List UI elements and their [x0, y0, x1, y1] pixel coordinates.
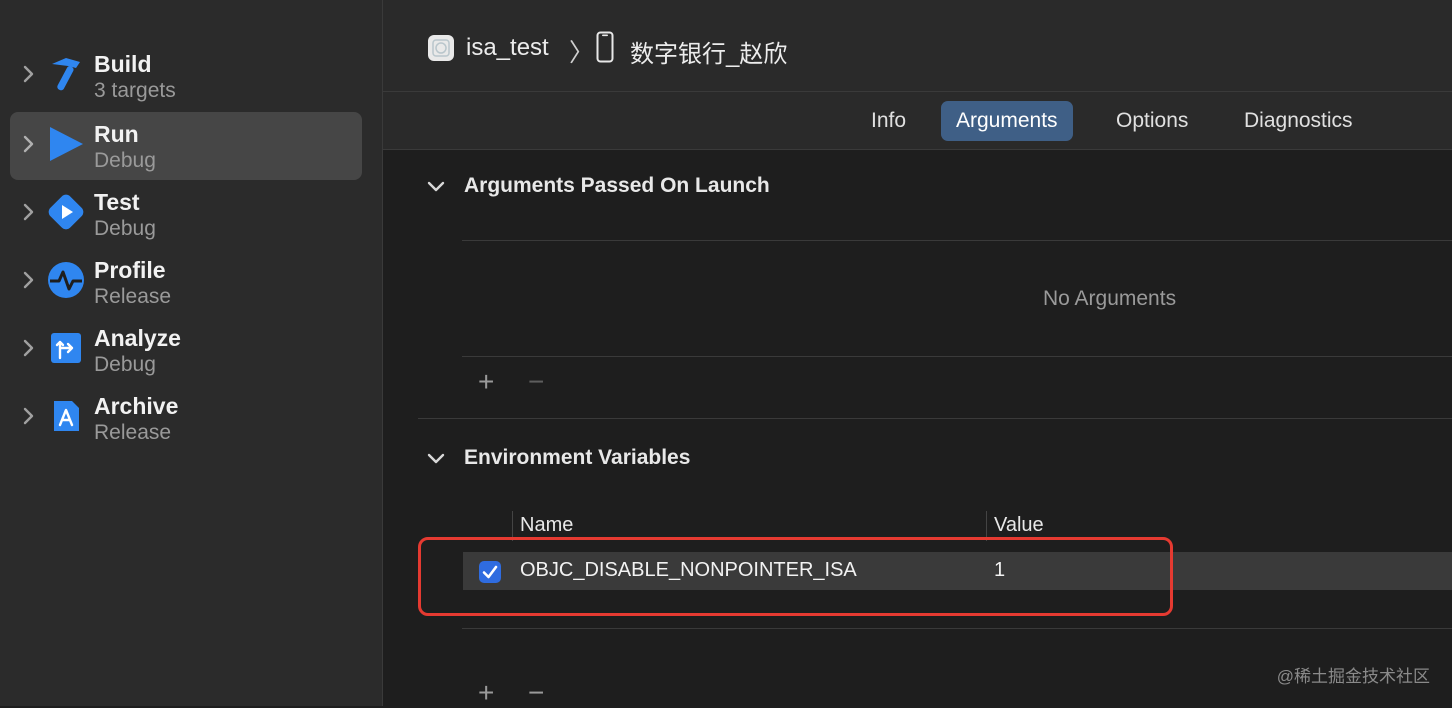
sidebar-item-subtitle: Release — [94, 421, 172, 444]
chevron-right-icon[interactable] — [22, 64, 36, 84]
remove-argument-button[interactable]: − — [528, 368, 544, 396]
sidebar-item-title: Build — [94, 51, 152, 77]
no-arguments-label: No Arguments — [1043, 287, 1177, 310]
sidebar-item-subtitle: 3 targets — [94, 79, 176, 102]
tab-options[interactable]: Options — [1101, 101, 1203, 141]
scheme-actions-sidebar: Build 3 targets Run Debug Test Debug Pro… — [0, 0, 383, 706]
sidebar-item-profile[interactable]: Profile Release — [10, 248, 362, 316]
breadcrumb-separator: 〉 — [569, 39, 595, 67]
tab-bar: Info Arguments Options Diagnostics — [383, 92, 1452, 150]
iphone-icon — [596, 31, 614, 63]
waveform-icon — [46, 260, 86, 300]
play-icon — [46, 124, 86, 164]
sidebar-item-title: Archive — [94, 393, 179, 419]
app-target-icon — [427, 34, 455, 62]
sidebar-item-subtitle: Release — [94, 285, 172, 308]
column-header-value[interactable]: Value — [994, 514, 1044, 537]
chevron-right-icon[interactable] — [22, 338, 36, 358]
scheme-titlebar: isa_test 〉 数字银行_赵欣 — [383, 0, 1452, 92]
sidebar-item-run[interactable]: Run Debug — [10, 112, 362, 180]
section-divider — [418, 418, 1452, 419]
remove-env-var-button[interactable]: − — [528, 679, 544, 707]
test-diamond-icon — [46, 192, 86, 232]
sidebar-item-archive[interactable]: Archive Release — [10, 384, 362, 452]
add-env-var-button[interactable]: + — [478, 679, 494, 707]
tab-diagnostics[interactable]: Diagnostics — [1229, 101, 1368, 141]
divider — [462, 240, 1452, 241]
chevron-right-icon[interactable] — [22, 406, 36, 426]
arguments-section-title: Arguments Passed On Launch — [464, 174, 770, 197]
environment-section-title: Environment Variables — [464, 446, 691, 469]
sidebar-item-subtitle: Debug — [94, 353, 156, 376]
sidebar-item-build[interactable]: Build 3 targets — [10, 42, 362, 110]
divider — [462, 356, 1452, 357]
add-argument-button[interactable]: + — [478, 368, 494, 396]
sidebar-item-subtitle: Debug — [94, 149, 156, 172]
chevron-right-icon[interactable] — [22, 202, 36, 222]
tab-arguments[interactable]: Arguments — [941, 101, 1073, 141]
sidebar-item-title: Test — [94, 189, 140, 215]
chevron-right-icon[interactable] — [22, 270, 36, 290]
sidebar-item-title: Profile — [94, 257, 166, 283]
sidebar-item-analyze[interactable]: Analyze Debug — [10, 316, 362, 384]
sidebar-item-test[interactable]: Test Debug — [10, 180, 362, 248]
divider — [462, 628, 1452, 629]
archive-icon — [46, 396, 86, 436]
highlight-annotation — [418, 537, 1173, 616]
hammer-icon — [46, 54, 86, 94]
chevron-right-icon[interactable] — [22, 134, 36, 154]
chevron-down-icon[interactable] — [427, 180, 445, 194]
sidebar-item-subtitle: Debug — [94, 217, 156, 240]
column-header-name[interactable]: Name — [520, 514, 573, 537]
tab-info[interactable]: Info — [856, 101, 921, 141]
watermark: @稀土掘金技术社区 — [1276, 667, 1430, 686]
scheme-name[interactable]: isa_test — [466, 34, 549, 62]
sidebar-item-title: Run — [94, 121, 139, 147]
run-destination[interactable]: 数字银行_赵欣 — [630, 34, 787, 69]
analyze-icon — [46, 328, 86, 368]
sidebar-item-title: Analyze — [94, 325, 181, 351]
chevron-down-icon[interactable] — [427, 452, 445, 466]
